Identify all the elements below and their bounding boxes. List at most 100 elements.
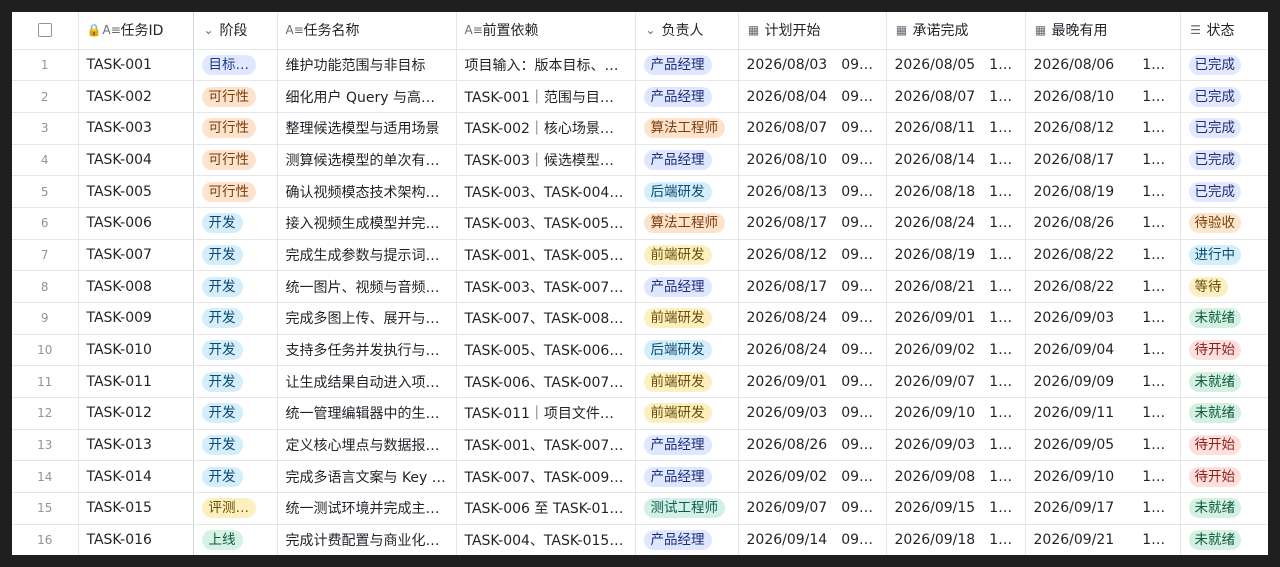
- table-row[interactable]: 8 TASK-008 开发 统一图片、视频与音频… TASK-003、TASK-007……: [12, 270, 1268, 303]
- cell-commit-finish[interactable]: 2026/08/19 18:00: [886, 239, 1026, 272]
- cell-status[interactable]: 已完成: [1180, 144, 1268, 177]
- table-row[interactable]: 12 TASK-012 开发 统一管理编辑器中的生… TASK-011｜项目文件与… 前端…: [12, 397, 1268, 430]
- cell-dependencies[interactable]: TASK-003、TASK-005…: [456, 207, 636, 240]
- column-header-status[interactable]: ☰ 状态: [1180, 12, 1268, 50]
- cell-stage[interactable]: 开发: [193, 239, 278, 272]
- cell-task-name[interactable]: 接入视频生成模型并完…: [277, 207, 457, 240]
- cell-commit-finish[interactable]: 2026/09/03 18:00: [886, 429, 1026, 462]
- cell-plan-start[interactable]: 2026/08/13 09:00: [738, 175, 887, 208]
- table-row[interactable]: 5 TASK-005 可行性 确认视频模态技术架构… TASK-003、TASK-004…: [12, 175, 1268, 208]
- cell-task-id[interactable]: TASK-008: [77, 270, 194, 303]
- cell-latest-useful[interactable]: 2026/08/26 12:00: [1025, 207, 1181, 240]
- cell-stage[interactable]: 开发: [193, 460, 278, 494]
- cell-latest-useful[interactable]: 2026/09/05 12:00: [1025, 429, 1181, 462]
- cell-status[interactable]: 进行中: [1180, 239, 1268, 272]
- cell-task-id[interactable]: TASK-003: [77, 112, 194, 145]
- row-number[interactable]: 14: [12, 460, 79, 494]
- cell-commit-finish[interactable]: 2026/08/21 18:00: [886, 270, 1026, 303]
- cell-status[interactable]: 未就绪: [1180, 302, 1268, 335]
- cell-status[interactable]: 已完成: [1180, 175, 1268, 208]
- cell-task-id[interactable]: TASK-002: [77, 80, 194, 113]
- cell-commit-finish[interactable]: 2026/08/05 18:00: [886, 49, 1026, 82]
- cell-commit-finish[interactable]: 2026/08/24 18:00: [886, 207, 1026, 240]
- cell-task-name[interactable]: 维护功能范围与非目标: [277, 49, 457, 82]
- row-number[interactable]: 10: [12, 334, 79, 367]
- cell-task-name[interactable]: 让生成结果自动进入项…: [277, 365, 457, 399]
- cell-status[interactable]: 待开始: [1180, 429, 1268, 462]
- cell-dependencies[interactable]: TASK-007、TASK-008…: [456, 302, 636, 335]
- cell-dependencies[interactable]: 项目输入：版本目标、…: [456, 49, 636, 82]
- cell-owner[interactable]: 产品经理: [635, 460, 739, 494]
- cell-task-id[interactable]: TASK-004: [77, 144, 194, 177]
- table-row[interactable]: 2 TASK-002 可行性 细化用户 Query 与高频… TASK-001｜范围与目…: [12, 80, 1268, 113]
- cell-task-id[interactable]: TASK-013: [77, 429, 194, 462]
- row-number[interactable]: 13: [12, 429, 79, 462]
- cell-latest-useful[interactable]: 2026/08/10 12:00: [1025, 80, 1181, 113]
- cell-owner[interactable]: 前端研发: [635, 397, 739, 430]
- cell-dependencies[interactable]: TASK-006、TASK-007…: [456, 365, 636, 399]
- cell-latest-useful[interactable]: 2026/09/03 12:00: [1025, 302, 1181, 335]
- table-row[interactable]: 3 TASK-003 可行性 整理候选模型与适用场景 TASK-002｜核心场景与… 算法…: [12, 112, 1268, 145]
- cell-task-name[interactable]: 完成生成参数与提示词…: [277, 239, 457, 272]
- cell-plan-start[interactable]: 2026/08/07 09:00: [738, 112, 887, 145]
- cell-dependencies[interactable]: TASK-003、TASK-004…: [456, 175, 636, 208]
- cell-plan-start[interactable]: 2026/08/24 09:00: [738, 334, 887, 367]
- cell-latest-useful[interactable]: 2026/09/21 10:00: [1025, 524, 1181, 555]
- cell-owner[interactable]: 产品经理: [635, 270, 739, 303]
- row-number[interactable]: 9: [12, 302, 79, 335]
- cell-task-id[interactable]: TASK-007: [77, 239, 194, 272]
- cell-owner[interactable]: 前端研发: [635, 302, 739, 335]
- cell-task-id[interactable]: TASK-005: [77, 175, 194, 208]
- cell-commit-finish[interactable]: 2026/09/07 18:00: [886, 365, 1026, 399]
- cell-task-id[interactable]: TASK-006: [77, 207, 194, 240]
- cell-stage[interactable]: 可行性: [193, 112, 278, 145]
- cell-plan-start[interactable]: 2026/09/01 09:00: [738, 365, 887, 399]
- cell-owner[interactable]: 前端研发: [635, 365, 739, 399]
- cell-dependencies[interactable]: TASK-011｜项目文件与…: [456, 397, 636, 430]
- cell-owner[interactable]: 产品经理: [635, 524, 739, 555]
- cell-owner[interactable]: 产品经理: [635, 144, 739, 177]
- cell-status[interactable]: 已完成: [1180, 80, 1268, 113]
- table-row[interactable]: 15 TASK-015 评测… 统一测试环境并完成主… TASK-006 至 TASK-…: [12, 492, 1268, 525]
- cell-task-name[interactable]: 完成多语言文案与 Key …: [277, 460, 457, 494]
- cell-stage[interactable]: 开发: [193, 365, 278, 399]
- row-number[interactable]: 5: [12, 175, 79, 208]
- table-row[interactable]: 16 TASK-016 上线 完成计费配置与商业化… TASK-004、TASK-015…: [12, 524, 1268, 555]
- cell-stage[interactable]: 可行性: [193, 80, 278, 113]
- row-number[interactable]: 2: [12, 80, 79, 113]
- cell-task-id[interactable]: TASK-012: [77, 397, 194, 430]
- cell-dependencies[interactable]: TASK-006 至 TASK-014…: [456, 492, 636, 525]
- cell-dependencies[interactable]: TASK-007、TASK-009…: [456, 460, 636, 494]
- cell-task-id[interactable]: TASK-011: [77, 365, 194, 399]
- cell-commit-finish[interactable]: 2026/08/18 18:00: [886, 175, 1026, 208]
- cell-task-id[interactable]: TASK-010: [77, 334, 194, 367]
- cell-stage[interactable]: 开发: [193, 429, 278, 462]
- column-header-owner[interactable]: ⌄ 负责人: [635, 12, 739, 50]
- cell-plan-start[interactable]: 2026/08/17 09:00: [738, 270, 887, 303]
- cell-stage[interactable]: 开发: [193, 334, 278, 367]
- cell-task-name[interactable]: 完成计费配置与商业化…: [277, 524, 457, 555]
- cell-task-name[interactable]: 统一管理编辑器中的生…: [277, 397, 457, 430]
- cell-task-name[interactable]: 整理候选模型与适用场景: [277, 112, 457, 145]
- row-number[interactable]: 4: [12, 144, 79, 177]
- cell-dependencies[interactable]: TASK-005、TASK-006…: [456, 334, 636, 367]
- cell-stage[interactable]: 开发: [193, 270, 278, 303]
- cell-stage[interactable]: 开发: [193, 397, 278, 430]
- cell-task-name[interactable]: 测算候选模型的单次有…: [277, 144, 457, 177]
- cell-commit-finish[interactable]: 2026/09/10 18:00: [886, 397, 1026, 430]
- cell-dependencies[interactable]: TASK-003｜候选模型清单: [456, 144, 636, 177]
- cell-task-name[interactable]: 细化用户 Query 与高频…: [277, 80, 457, 113]
- cell-task-id[interactable]: TASK-014: [77, 460, 194, 494]
- column-header-latest-useful[interactable]: ▦ 最晚有用: [1025, 12, 1181, 50]
- cell-plan-start[interactable]: 2026/08/26 09:00: [738, 429, 887, 462]
- cell-task-name[interactable]: 统一图片、视频与音频…: [277, 270, 457, 303]
- cell-status[interactable]: 待验收: [1180, 207, 1268, 240]
- cell-commit-finish[interactable]: 2026/08/11 18:00: [886, 112, 1026, 145]
- row-number[interactable]: 16: [12, 524, 79, 555]
- cell-latest-useful[interactable]: 2026/09/10 12:00: [1025, 460, 1181, 494]
- cell-plan-start[interactable]: 2026/09/14 09:00: [738, 524, 887, 555]
- row-number[interactable]: 11: [12, 365, 79, 399]
- cell-task-name[interactable]: 确认视频模态技术架构…: [277, 175, 457, 208]
- row-number[interactable]: 6: [12, 207, 79, 240]
- table-row[interactable]: 1 TASK-001 目标… 维护功能范围与非目标 项目输入：版本目标、… 产品经理 202…: [12, 49, 1268, 82]
